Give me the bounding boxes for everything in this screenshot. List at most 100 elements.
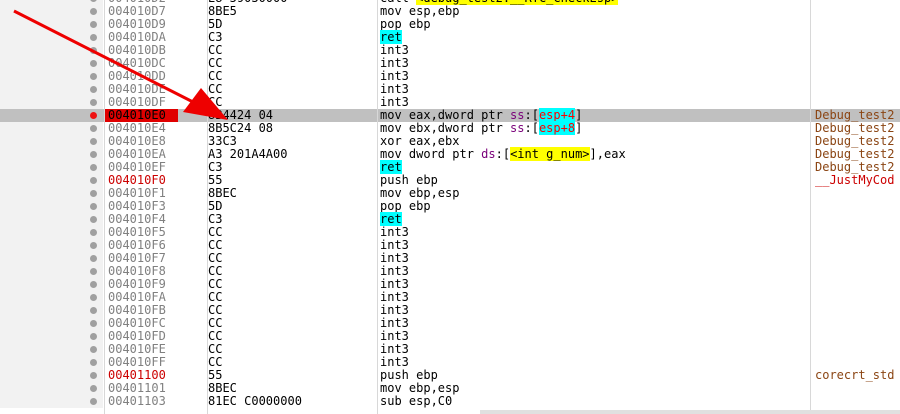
breakpoint-placeholder-icon[interactable] <box>90 151 97 158</box>
breakpoint-placeholder-icon[interactable] <box>90 60 97 67</box>
breakpoint-gutter[interactable] <box>0 317 103 330</box>
breakpoint-placeholder-icon[interactable] <box>90 372 97 379</box>
disassembly-view[interactable]: 004010D2E8 59030000call <debug_test2.__R… <box>0 0 900 408</box>
instruction-token: mov ebp,esp <box>380 186 460 200</box>
breakpoint-gutter[interactable] <box>0 187 103 200</box>
instruction-token: ret <box>380 160 402 174</box>
breakpoint-placeholder-icon[interactable] <box>90 138 97 145</box>
breakpoint-placeholder-icon[interactable] <box>90 294 97 301</box>
breakpoint-gutter[interactable] <box>0 83 103 96</box>
breakpoint-gutter[interactable] <box>0 213 103 226</box>
instruction-token: int3 <box>380 238 409 252</box>
instruction-token: int3 <box>380 303 409 317</box>
breakpoint-icon[interactable] <box>90 112 97 119</box>
breakpoint-placeholder-icon[interactable] <box>90 255 97 262</box>
breakpoint-placeholder-icon[interactable] <box>90 216 97 223</box>
breakpoint-gutter[interactable] <box>0 18 103 31</box>
breakpoint-gutter[interactable] <box>0 70 103 83</box>
breakpoint-placeholder-icon[interactable] <box>90 125 97 132</box>
breakpoint-placeholder-icon[interactable] <box>90 86 97 93</box>
breakpoint-placeholder-icon[interactable] <box>90 34 97 41</box>
breakpoint-placeholder-icon[interactable] <box>90 268 97 275</box>
breakpoint-gutter[interactable] <box>0 5 103 18</box>
breakpoint-placeholder-icon[interactable] <box>90 242 97 249</box>
breakpoint-gutter[interactable] <box>0 135 103 148</box>
breakpoint-placeholder-icon[interactable] <box>90 320 97 327</box>
breakpoint-gutter[interactable] <box>0 44 103 57</box>
instruction-token: :[ <box>495 147 511 161</box>
horizontal-scrollbar[interactable] <box>480 410 900 414</box>
breakpoint-placeholder-icon[interactable] <box>90 385 97 392</box>
breakpoint-placeholder-icon[interactable] <box>90 203 97 210</box>
instruction-token: pop ebp <box>380 199 431 213</box>
breakpoint-gutter[interactable] <box>0 278 103 291</box>
breakpoint-gutter[interactable] <box>0 304 103 317</box>
breakpoint-gutter[interactable] <box>0 148 103 161</box>
breakpoint-placeholder-icon[interactable] <box>90 229 97 236</box>
breakpoint-gutter[interactable] <box>0 252 103 265</box>
disassembly-column-separator <box>810 0 811 414</box>
disasm-row[interactable]: 00401103 81EC C0000000 sub esp,C0 <box>0 395 900 408</box>
breakpoint-gutter[interactable] <box>0 356 103 369</box>
breakpoint-placeholder-icon[interactable] <box>90 164 97 171</box>
instruction-token: int3 <box>380 342 409 356</box>
gutter-separator <box>104 0 105 414</box>
instruction-token: ss <box>510 108 525 122</box>
breakpoint-placeholder-icon[interactable] <box>90 281 97 288</box>
address-cell[interactable]: 00401103 <box>105 395 178 408</box>
instruction-token: int3 <box>380 43 409 57</box>
instruction-token: int3 <box>380 290 409 304</box>
instruction-token: sub esp,C0 <box>380 394 453 408</box>
breakpoint-gutter[interactable] <box>0 291 103 304</box>
breakpoint-gutter[interactable] <box>0 31 103 44</box>
breakpoint-gutter[interactable] <box>0 161 103 174</box>
instruction-token: int3 <box>380 95 409 109</box>
breakpoint-gutter[interactable] <box>0 330 103 343</box>
breakpoint-gutter[interactable] <box>0 239 103 252</box>
breakpoint-gutter[interactable] <box>0 174 103 187</box>
instruction-token: int3 <box>380 329 409 343</box>
breakpoint-placeholder-icon[interactable] <box>90 333 97 340</box>
instruction-token: int3 <box>380 277 409 291</box>
address-column-separator <box>207 0 208 414</box>
breakpoint-gutter[interactable] <box>0 343 103 356</box>
breakpoint-placeholder-icon[interactable] <box>90 73 97 80</box>
instruction-token: mov esp,ebp <box>380 4 460 18</box>
instruction-token: ss <box>510 121 525 135</box>
instruction-token: :[ <box>524 121 539 135</box>
breakpoint-gutter[interactable] <box>0 122 103 135</box>
breakpoint-placeholder-icon[interactable] <box>90 21 97 28</box>
breakpoint-placeholder-icon[interactable] <box>90 398 97 405</box>
breakpoint-gutter[interactable] <box>0 109 103 122</box>
breakpoint-gutter[interactable] <box>0 265 103 278</box>
breakpoint-placeholder-icon[interactable] <box>90 359 97 366</box>
instruction-token: mov dword ptr <box>380 147 482 161</box>
instruction-token: int3 <box>380 264 409 278</box>
breakpoint-placeholder-icon[interactable] <box>90 0 97 2</box>
breakpoint-gutter[interactable] <box>0 96 103 109</box>
breakpoint-placeholder-icon[interactable] <box>90 47 97 54</box>
instruction-token: ds <box>481 147 496 161</box>
breakpoint-gutter[interactable] <box>0 382 103 395</box>
instruction-token: esp+4 <box>538 108 576 122</box>
instruction-token: int3 <box>380 251 409 265</box>
instruction-token: esp+8 <box>538 121 576 135</box>
instruction-cell[interactable]: sub esp,C0 <box>380 395 452 408</box>
breakpoint-placeholder-icon[interactable] <box>90 346 97 353</box>
instruction-token: pop ebp <box>380 17 431 31</box>
breakpoint-gutter[interactable] <box>0 200 103 213</box>
breakpoint-placeholder-icon[interactable] <box>90 177 97 184</box>
breakpoint-placeholder-icon[interactable] <box>90 190 97 197</box>
breakpoint-placeholder-icon[interactable] <box>90 8 97 15</box>
breakpoint-gutter[interactable] <box>0 57 103 70</box>
instruction-cell[interactable]: mov dword ptr ds:[<int g_num>],eax <box>380 147 626 161</box>
breakpoint-gutter[interactable] <box>0 226 103 239</box>
breakpoint-gutter[interactable] <box>0 369 103 382</box>
instruction-token: int3 <box>380 316 409 330</box>
instruction-token: ret <box>380 30 402 44</box>
breakpoint-placeholder-icon[interactable] <box>90 99 97 106</box>
breakpoint-gutter[interactable] <box>0 395 103 408</box>
breakpoint-placeholder-icon[interactable] <box>90 307 97 314</box>
instruction-token: int3 <box>380 69 409 83</box>
instruction-token: int3 <box>380 355 409 369</box>
